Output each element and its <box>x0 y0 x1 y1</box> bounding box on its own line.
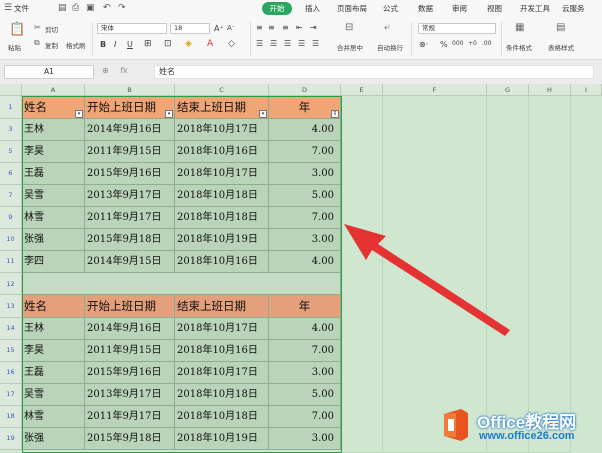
office-watermark: Office教程网 www.office26.com <box>441 406 601 450</box>
watermark-url: www.office26.com <box>479 430 575 442</box>
arrow-annotation <box>344 224 510 336</box>
office-logo-icon <box>444 409 468 441</box>
spreadsheet-app: ☰ 文件 ▤ ⎙ ▣ ↶ ↷ 开始 插入 页面布局 公式 数据 审阅 视图 开发… <box>0 0 602 453</box>
